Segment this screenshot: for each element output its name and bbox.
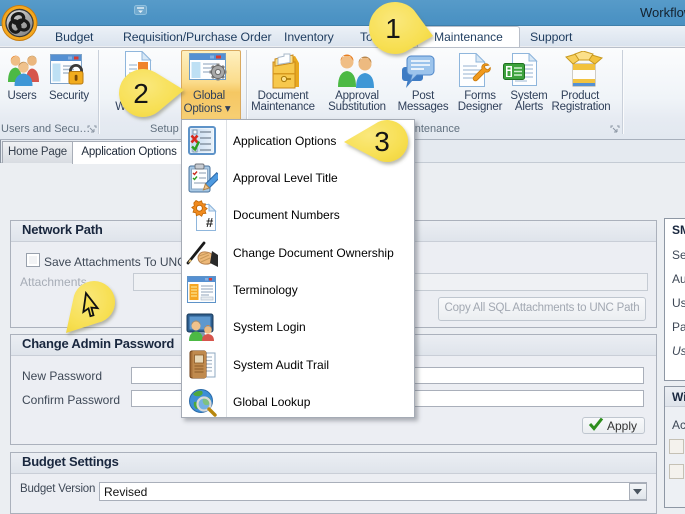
svg-text:2: 2 [133, 78, 149, 109]
svg-text:3: 3 [374, 126, 390, 157]
svg-text:1: 1 [385, 13, 401, 44]
